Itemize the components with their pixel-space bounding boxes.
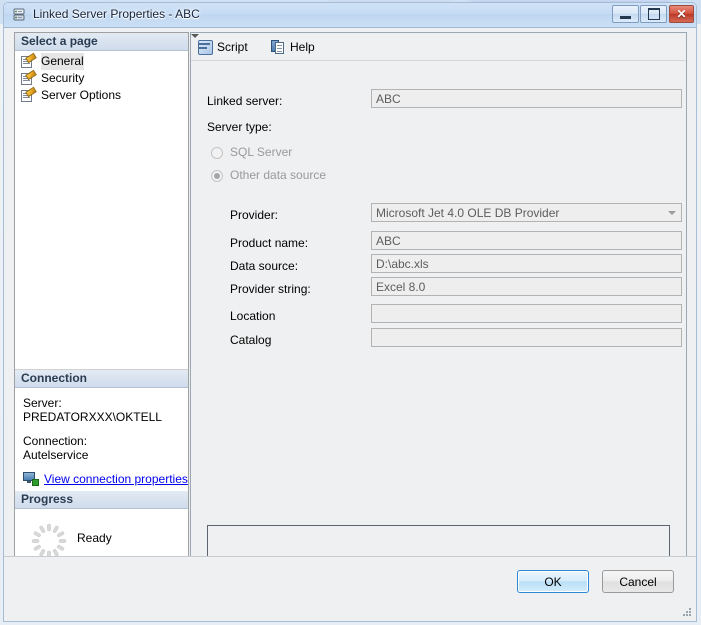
server-value: PREDATORXXX\OKTELL [23, 410, 180, 424]
panel-toolbar: Script Help [191, 33, 686, 61]
server-label: Server: [23, 396, 180, 410]
provider-string-label: Provider string: [230, 282, 311, 296]
select-a-page-header: Select a page [15, 33, 188, 51]
catalog-input[interactable] [371, 328, 682, 347]
connection-label: Connection: [23, 434, 180, 448]
resize-grip[interactable] [682, 608, 692, 618]
script-button-label: Script [217, 40, 248, 54]
server-icon [12, 7, 27, 22]
radio-other-data-source-label: Other data source [230, 168, 326, 182]
script-icon [197, 39, 213, 55]
title-bar[interactable]: Linked Server Properties - ABC ✕ [4, 3, 696, 28]
close-button[interactable]: ✕ [669, 5, 694, 23]
provider-combobox[interactable]: Microsoft Jet 4.0 OLE DB Provider [371, 203, 682, 222]
help-icon [271, 39, 286, 54]
provider-dropdown-button[interactable] [664, 205, 680, 220]
linked-server-input[interactable] [371, 89, 682, 108]
provider-string-input[interactable] [371, 277, 682, 296]
product-name-label: Product name: [230, 236, 308, 250]
page-security-icon [21, 72, 36, 86]
chevron-down-icon [668, 211, 676, 215]
sidebar-item-label: Security [41, 70, 84, 87]
product-name-input[interactable] [371, 231, 682, 250]
radio-sql-server-label: SQL Server [230, 145, 292, 159]
radio-selected-dot [214, 173, 220, 179]
minimize-button[interactable] [612, 5, 639, 23]
network-connection-icon [23, 472, 39, 486]
data-source-input[interactable] [371, 254, 682, 273]
dialog-button-bar: OK Cancel [4, 556, 696, 621]
catalog-label: Catalog [230, 333, 271, 347]
linked-server-label: Linked server: [207, 94, 282, 108]
radio-sql-server[interactable] [211, 147, 223, 159]
page-list: General Security Server Options [15, 51, 188, 104]
progress-header: Progress [15, 491, 188, 509]
script-button[interactable]: Script [197, 37, 248, 56]
sidebar: Select a page General Security [14, 32, 189, 579]
sidebar-item-security[interactable]: Security [15, 70, 188, 87]
help-button[interactable]: Help [271, 37, 315, 56]
server-type-label: Server type: [207, 120, 272, 134]
cancel-button[interactable]: Cancel [602, 570, 674, 593]
linked-server-properties-dialog: Linked Server Properties - ABC ✕ Select … [0, 0, 701, 625]
connection-section: Connection Server: PREDATORXXX\OKTELL Co… [15, 370, 188, 486]
minimize-icon [613, 6, 638, 22]
provider-label: Provider: [230, 208, 278, 222]
content-panel: Script Help Linked server: [190, 32, 687, 579]
general-page-form: Linked server: Server type: SQL Server O… [191, 61, 686, 578]
data-source-label: Data source: [230, 259, 298, 273]
chevron-down-icon [191, 34, 199, 38]
ok-button[interactable]: OK [517, 570, 589, 593]
location-label: Location [230, 309, 275, 323]
location-input[interactable] [371, 304, 682, 323]
window-title: Linked Server Properties - ABC [33, 7, 200, 21]
page-server-options-icon [21, 89, 36, 103]
view-connection-properties-link[interactable]: View connection properties [44, 472, 188, 486]
help-button-label: Help [290, 40, 315, 54]
radio-other-data-source[interactable] [211, 170, 223, 182]
sidebar-item-general[interactable]: General [15, 53, 188, 70]
maximize-button[interactable] [640, 5, 667, 23]
sidebar-item-label: General [41, 53, 84, 70]
page-general-icon [21, 55, 36, 69]
connection-value: Autelservice [23, 448, 180, 462]
connection-info: Connection: Autelservice [23, 434, 180, 462]
provider-value: Microsoft Jet 4.0 OLE DB Provider [376, 205, 559, 222]
progress-spinner-icon [29, 521, 69, 561]
dialog-client-area: Select a page General Security [4, 28, 696, 621]
view-connection-properties-row[interactable]: View connection properties [15, 472, 188, 486]
close-icon: ✕ [670, 6, 693, 22]
progress-status-text: Ready [77, 531, 112, 545]
sidebar-item-label: Server Options [41, 87, 121, 104]
connection-header: Connection [15, 370, 188, 388]
sidebar-item-server-options[interactable]: Server Options [15, 87, 188, 104]
maximize-icon [641, 6, 666, 22]
server-info: Server: PREDATORXXX\OKTELL [23, 396, 180, 424]
